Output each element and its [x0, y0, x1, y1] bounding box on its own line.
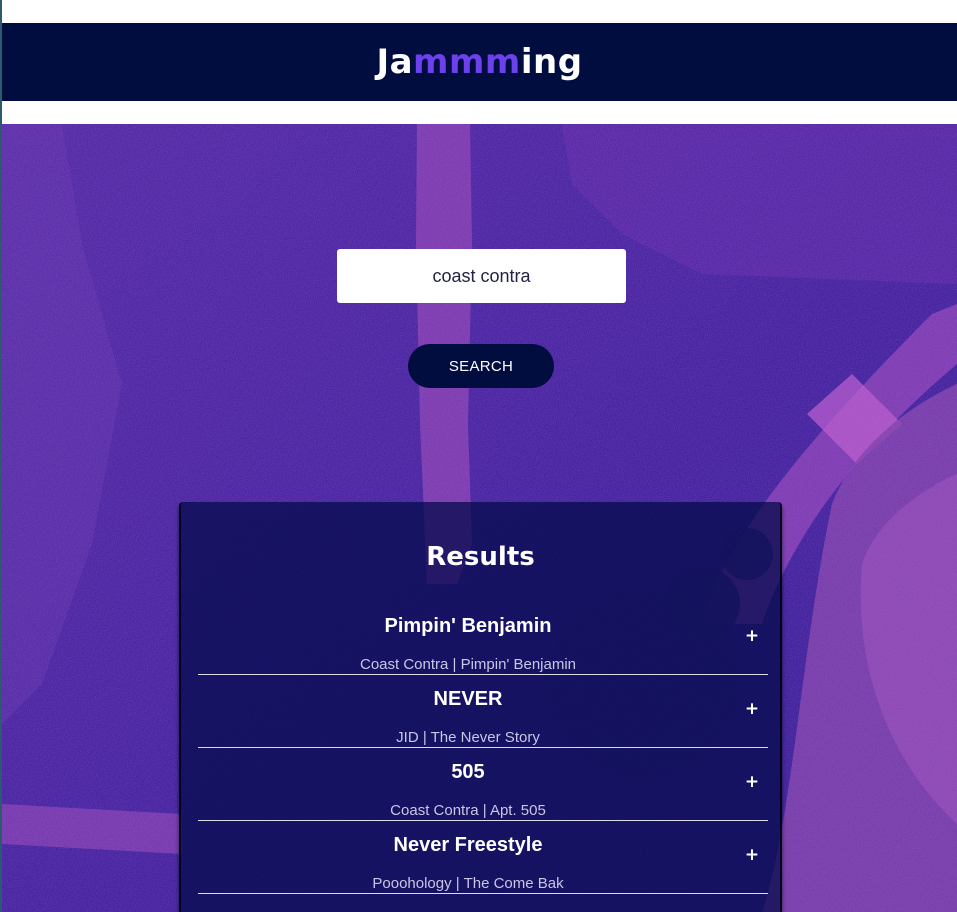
track-item: 505 Coast Contra | Apt. 505 + — [198, 748, 768, 821]
search-input[interactable] — [337, 249, 626, 303]
results-title: Results — [426, 542, 535, 572]
app-header: Jammming — [2, 23, 957, 101]
track-name: NEVER — [433, 688, 503, 710]
track-artist-album: Coast Contra | Pimpin' Benjamin — [359, 656, 577, 673]
hero-section: SEARCH Results Pimpin' Benjamin Coast Co… — [2, 124, 957, 912]
add-track-button[interactable]: + — [742, 845, 762, 865]
search-button[interactable]: SEARCH — [408, 344, 554, 388]
add-track-button[interactable]: + — [742, 626, 762, 646]
track-artist-album: JID | The Never Story — [396, 729, 540, 746]
track-item: Pimpin' Benjamin Coast Contra | Pimpin' … — [198, 602, 768, 675]
track-list: Pimpin' Benjamin Coast Contra | Pimpin' … — [198, 602, 768, 894]
track-name: Pimpin' Benjamin — [384, 615, 552, 637]
track-name: 505 — [451, 761, 485, 783]
track-artist-album: Pooohology | The Come Bak — [372, 875, 564, 892]
logo-accent: mmm — [413, 42, 521, 82]
results-panel: Results Pimpin' Benjamin Coast Contra | … — [179, 502, 782, 912]
track-artist-album: Coast Contra | Apt. 505 — [390, 802, 546, 819]
logo-suffix: ing — [520, 42, 583, 82]
add-track-button[interactable]: + — [742, 772, 762, 792]
app-logo: Jammming — [376, 42, 582, 82]
logo-prefix: Ja — [376, 42, 414, 82]
app-page: Jammming coast contra SEARCH Results Pim… — [0, 0, 957, 912]
track-item: Never Freestyle Pooohology | The Come Ba… — [198, 821, 768, 894]
track-item: NEVER JID | The Never Story + — [198, 675, 768, 748]
add-track-button[interactable]: + — [742, 699, 762, 719]
track-name: Never Freestyle — [393, 834, 543, 856]
